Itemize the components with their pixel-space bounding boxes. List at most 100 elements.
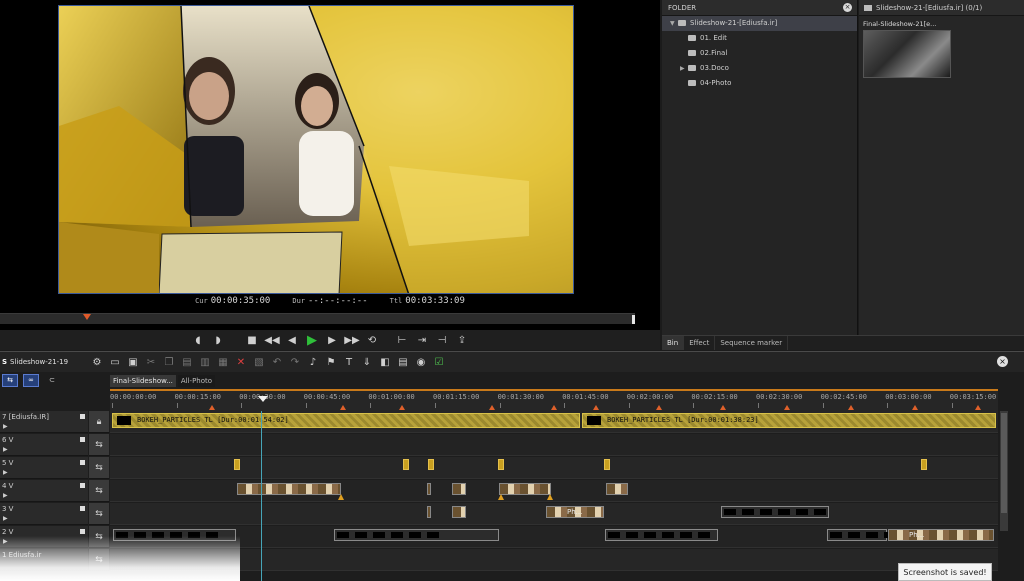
- clip[interactable]: [428, 459, 434, 470]
- preview-scrub-bar[interactable]: [0, 313, 635, 324]
- clip[interactable]: [452, 483, 466, 495]
- redo-icon[interactable]: ↷: [286, 355, 304, 369]
- export-icon[interactable]: ⇪: [454, 332, 470, 348]
- ruler-marker[interactable]: [784, 405, 791, 410]
- sync-lock-icon[interactable]: ∞: [23, 374, 39, 387]
- snapshot-icon[interactable]: ◉: [412, 355, 430, 369]
- close-folder-icon[interactable]: ×: [843, 3, 852, 12]
- track-lane-2[interactable]: Ph...: [110, 526, 998, 548]
- track-header-3[interactable]: 3 V ▶: [0, 503, 88, 525]
- clip[interactable]: [427, 483, 431, 495]
- timeline-ruler[interactable]: 00:00:00:00 00:00:15:00 00:00:30:00 00:00:4…: [110, 389, 998, 411]
- folder-item-photo[interactable]: 04-Photo: [662, 76, 857, 91]
- clip[interactable]: [427, 506, 431, 518]
- overwrite-icon[interactable]: ⇥: [414, 332, 430, 348]
- render-icon[interactable]: ⇓: [358, 355, 376, 369]
- clip[interactable]: [604, 459, 610, 470]
- clip[interactable]: [498, 459, 504, 470]
- clip-bokeh-particles-2[interactable]: BOKEH_PARTICLES TL [Dur:00:01:38:23]: [582, 413, 996, 428]
- copy-icon[interactable]: ❐: [160, 355, 178, 369]
- close-timeline-icon[interactable]: ×: [997, 356, 1008, 367]
- step-forward-icon[interactable]: ▶: [324, 332, 340, 348]
- scrub-playhead[interactable]: [83, 314, 91, 320]
- track-toggle-icon[interactable]: [80, 437, 85, 442]
- ruler-marker[interactable]: [489, 405, 496, 410]
- track-header-7[interactable]: 7 [Ediusfa.IR] ▶: [0, 411, 88, 433]
- transition-marker[interactable]: [498, 494, 504, 500]
- track-lane-5[interactable]: [110, 457, 998, 479]
- scrollbar-thumb[interactable]: [1001, 413, 1007, 513]
- add-marker-icon[interactable]: ▧: [250, 355, 268, 369]
- clip[interactable]: [605, 529, 718, 541]
- ruler-marker[interactable]: [209, 405, 215, 410]
- clip[interactable]: [403, 459, 409, 470]
- ruler-marker[interactable]: [399, 405, 406, 410]
- rewind-icon[interactable]: ◀◀: [264, 332, 280, 348]
- paste-icon[interactable]: ▤: [178, 355, 196, 369]
- ruler-playhead[interactable]: [258, 396, 268, 402]
- track-toggle-icon[interactable]: [80, 460, 85, 465]
- tab-sequence-marker[interactable]: Sequence marker: [715, 336, 789, 350]
- clip-photo[interactable]: Ph...: [546, 506, 604, 518]
- clip[interactable]: [237, 483, 341, 495]
- play-icon[interactable]: ▶: [304, 332, 320, 348]
- ruler-marker[interactable]: [975, 405, 982, 410]
- clip[interactable]: [921, 459, 927, 470]
- step-back-icon[interactable]: ◀: [284, 332, 300, 348]
- insert-icon[interactable]: ⊢: [394, 332, 410, 348]
- clip[interactable]: [452, 506, 466, 518]
- track-sync-icon[interactable]: ⇆: [89, 480, 109, 502]
- folder-root[interactable]: ▼ Slideshow-21-[Ediusfa.ir]: [662, 16, 857, 31]
- fast-forward-icon[interactable]: ▶▶: [344, 332, 360, 348]
- stop-icon[interactable]: ■: [244, 332, 260, 348]
- set-in-icon[interactable]: ◖: [190, 332, 206, 348]
- title-icon[interactable]: T: [340, 355, 358, 369]
- track-sync-icon[interactable]: ⇆: [89, 503, 109, 525]
- timeline-cursor[interactable]: [261, 411, 262, 581]
- save-icon[interactable]: ▣: [124, 355, 142, 369]
- ruler-marker[interactable]: [911, 405, 918, 410]
- clip[interactable]: [606, 483, 628, 495]
- delete-icon[interactable]: ▦: [214, 355, 232, 369]
- track-header-6[interactable]: 6 V ▶: [0, 434, 88, 456]
- ruler-marker[interactable]: [719, 405, 726, 410]
- insert-mode-icon[interactable]: ⇆: [2, 374, 18, 387]
- folder-item-doco[interactable]: ▶ 03.Doco: [662, 61, 857, 76]
- output-icon[interactable]: ⊣: [434, 332, 450, 348]
- track-sync-icon[interactable]: ⇆: [89, 457, 109, 479]
- track-toggle-icon[interactable]: [80, 483, 85, 488]
- tab-bin[interactable]: Bin: [662, 336, 685, 350]
- lock-icon[interactable]: 🔒︎: [89, 411, 109, 433]
- preview-frame[interactable]: [58, 5, 574, 294]
- track-sync-icon[interactable]: ⇆: [89, 434, 109, 456]
- ruler-marker[interactable]: [847, 405, 854, 410]
- clip-photo[interactable]: Ph...: [888, 529, 994, 541]
- ripple-mode-icon[interactable]: ⊂: [44, 374, 60, 387]
- transition-marker[interactable]: [338, 494, 344, 500]
- ruler-marker[interactable]: [656, 405, 663, 410]
- chevron-down-icon[interactable]: ▼: [670, 16, 678, 31]
- track-header-5[interactable]: 5 V ▶: [0, 457, 88, 479]
- track-toggle-icon[interactable]: [80, 529, 85, 534]
- ripple-delete-icon[interactable]: ▥: [196, 355, 214, 369]
- ruler-marker[interactable]: [550, 405, 557, 410]
- ruler-marker[interactable]: [339, 405, 346, 410]
- folder-item-final[interactable]: 02.Final: [662, 46, 857, 61]
- track-sync-icon[interactable]: ⇆: [89, 549, 109, 571]
- track-lane-6[interactable]: [110, 434, 998, 456]
- remove-icon[interactable]: ✕: [232, 355, 250, 369]
- check-icon[interactable]: ☑: [430, 355, 448, 369]
- ruler-marker[interactable]: [593, 405, 600, 410]
- cut-icon[interactable]: ✂: [142, 355, 160, 369]
- asset-thumbnail[interactable]: [863, 30, 951, 78]
- track-header-4[interactable]: 4 V ▶: [0, 480, 88, 502]
- timeline-scrollbar[interactable]: [1000, 411, 1008, 531]
- clip[interactable]: [499, 483, 551, 495]
- tab-effect[interactable]: Effect: [684, 336, 716, 350]
- clip[interactable]: [113, 529, 236, 541]
- open-folder-icon[interactable]: ▭: [106, 355, 124, 369]
- track-toggle-icon[interactable]: [80, 506, 85, 511]
- folder-item-edit[interactable]: 01. Edit: [662, 31, 857, 46]
- undo-icon[interactable]: ↶: [268, 355, 286, 369]
- clip[interactable]: [721, 506, 829, 518]
